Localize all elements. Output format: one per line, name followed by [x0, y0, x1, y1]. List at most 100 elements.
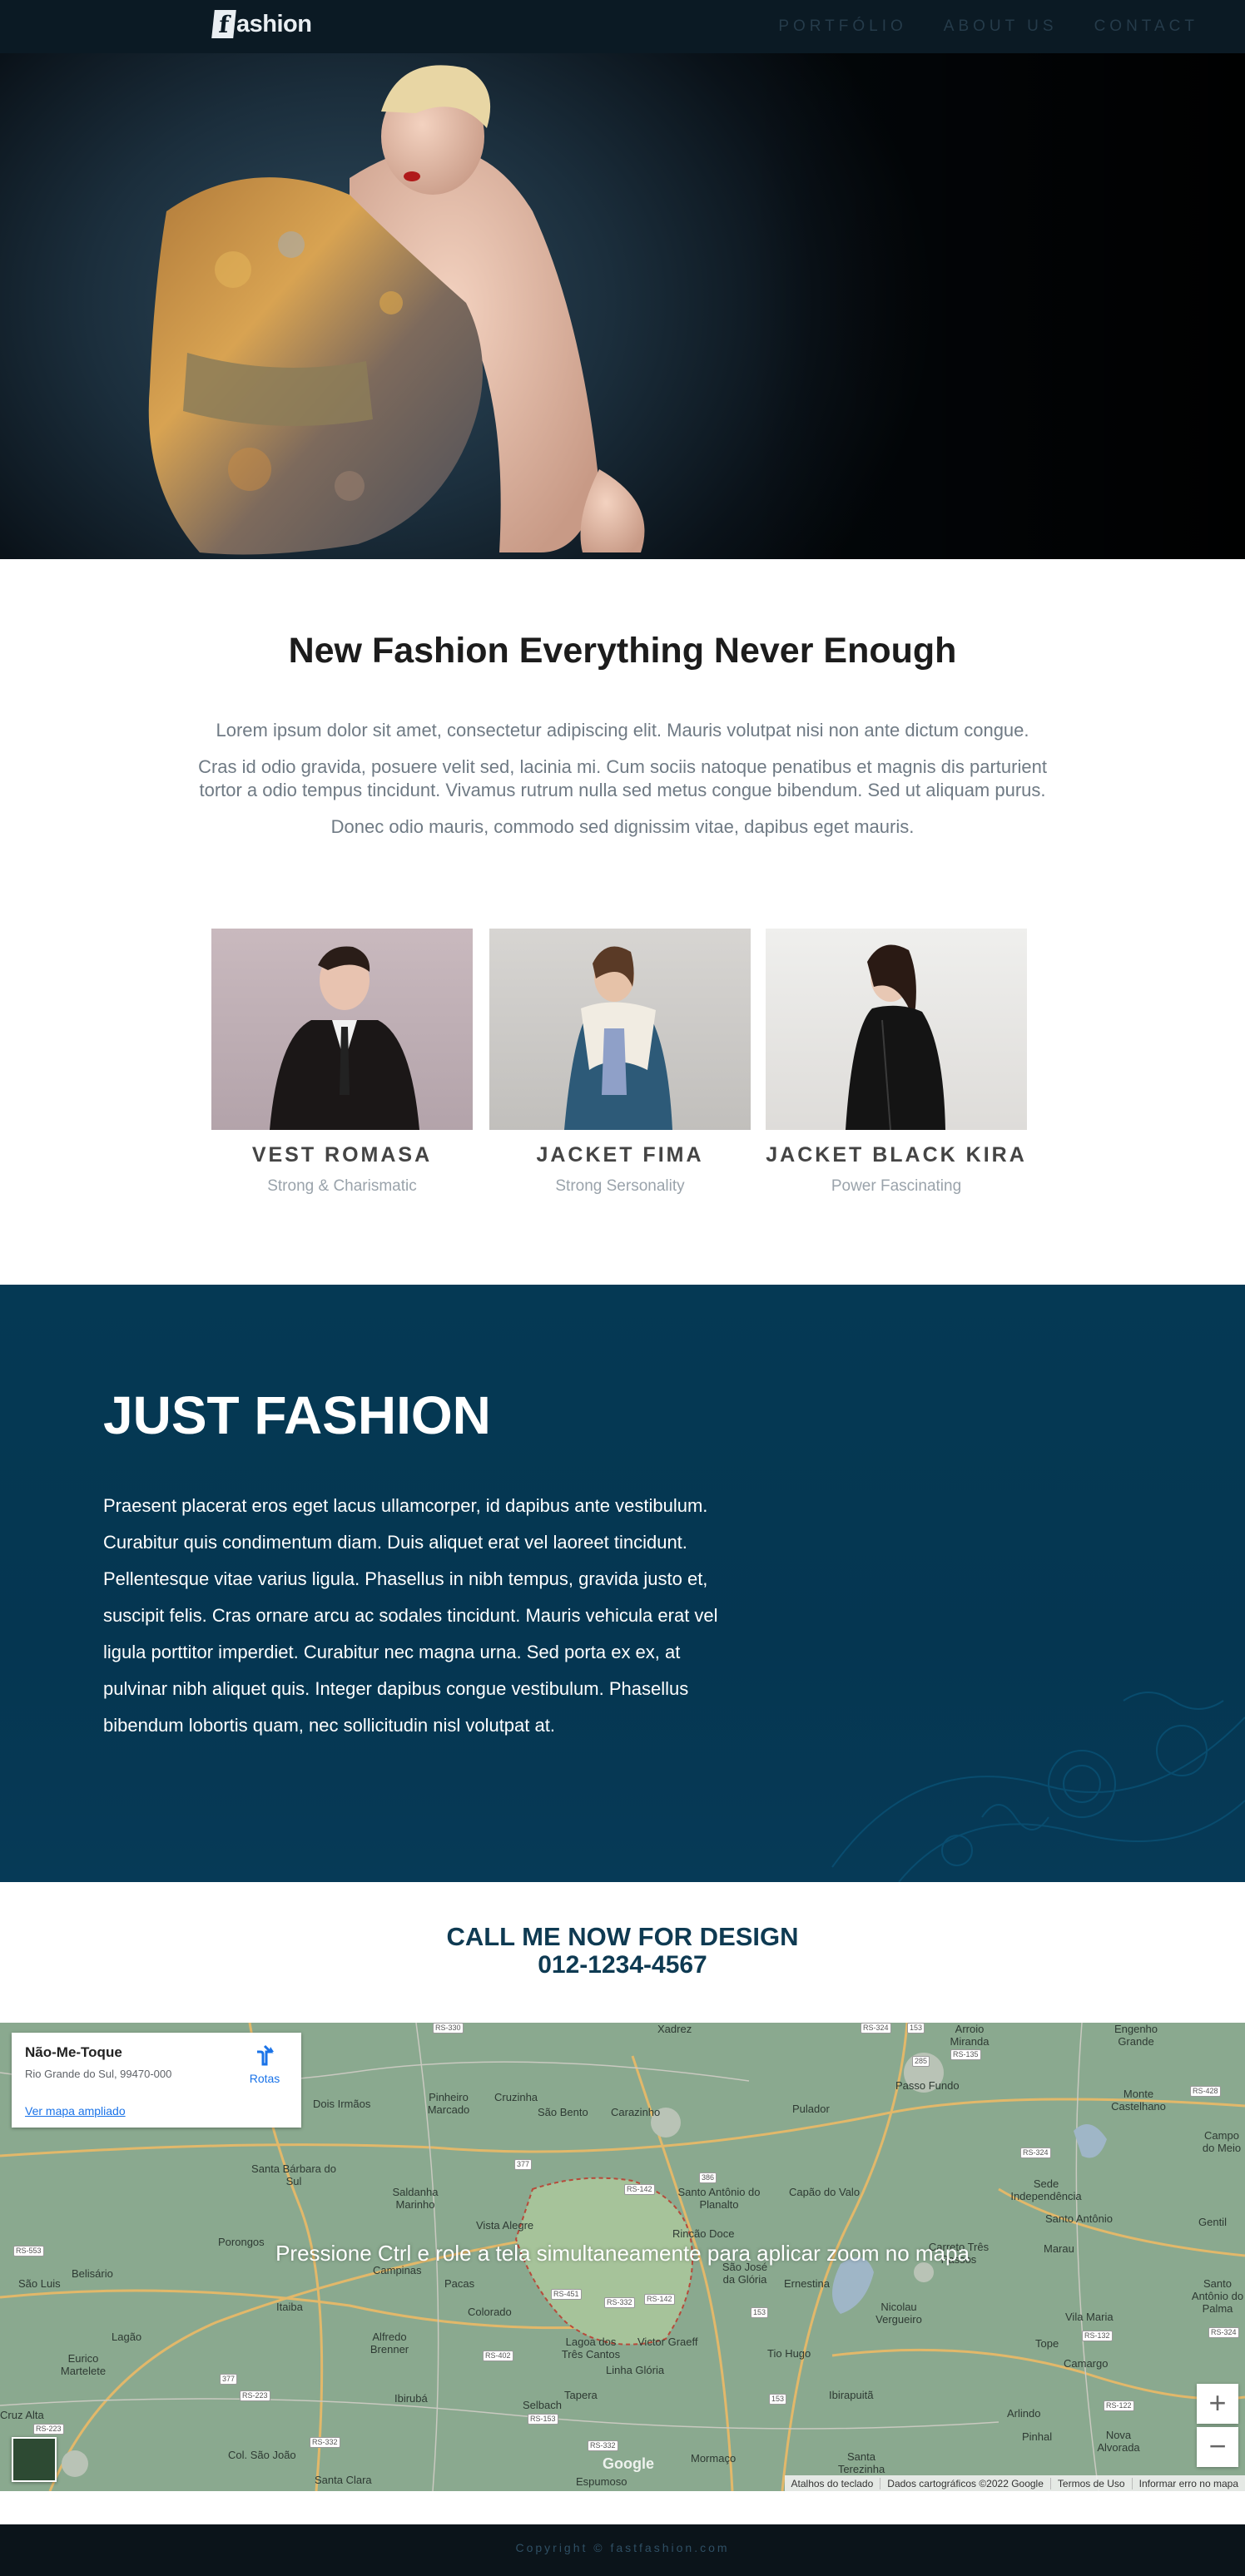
report-map-error-link[interactable]: Informar erro no mapa	[1131, 2477, 1245, 2489]
product-photo[interactable]	[489, 929, 751, 1130]
map-place-label: Cruz Alta	[0, 2409, 44, 2421]
map-place-label: Arlindo	[1007, 2407, 1041, 2420]
intro-paragraph-3: Donec odio mauris, commodo sed dignissim…	[330, 816, 915, 837]
map-place-label: Gentil	[1198, 2216, 1227, 2228]
road-shield: RS-402	[483, 2351, 513, 2361]
road-shield: RS-324	[861, 2023, 891, 2034]
road-shield: 386	[699, 2172, 717, 2183]
keyboard-shortcuts-link[interactable]: Atalhos do teclado	[785, 2478, 880, 2489]
top-navbar: f ashion PORTFÓLIO ABOUT US CONTACT	[0, 0, 1245, 53]
intro-paragraph-2: Cras id odio gravida, posuere velit sed,…	[198, 756, 1047, 800]
map-place-label: Belisário	[72, 2267, 113, 2280]
road-shield: RS-332	[588, 2440, 618, 2451]
map-place-label: Tio Hugo	[767, 2347, 811, 2360]
road-shield: 285	[912, 2056, 930, 2067]
map-place-label: Arroio Miranda	[950, 2023, 990, 2048]
product-name[interactable]: JACKET BLACK KIRA	[766, 1143, 1027, 1167]
map-place-address: Rio Grande do Sul, 99470-000	[25, 2068, 172, 2080]
map-place-label: Santa Bárbara do Sul	[251, 2162, 336, 2187]
phone-number[interactable]: 012-1234-4567	[0, 1951, 1245, 1979]
map-place-label: Eurico Martelete	[60, 2352, 107, 2377]
map-place-label: Pacas	[444, 2277, 475, 2290]
call-to-action-heading: CALL ME NOW FOR DESIGN	[446, 1922, 799, 1951]
map-place-label: Ibirubá	[394, 2392, 428, 2405]
zoom-in-button[interactable]: +	[1197, 2384, 1238, 2424]
map-place-label: Saldanha Marinho	[392, 2186, 439, 2211]
map-place-label: Dois Irmãos	[313, 2098, 371, 2110]
logo-mark: f	[211, 10, 236, 38]
feature-title: JUST FASHION	[103, 1385, 491, 1445]
map-place-label: Vista Alegre	[476, 2219, 534, 2232]
embedded-map[interactable]: Xadrez Arroio Miranda Engenho Grande Doi…	[0, 2023, 1245, 2491]
view-larger-map-link[interactable]: Ver mapa ampliado	[25, 2104, 126, 2118]
map-place-label: Cruzinha	[494, 2091, 538, 2103]
map-place-label: Colorado	[468, 2306, 512, 2318]
site-footer: Copyright © fastfashion.com	[0, 2524, 1245, 2576]
site-logo[interactable]: f ashion	[211, 10, 312, 38]
road-shield: RS-142	[624, 2184, 655, 2195]
product-card-jacket-black-kira[interactable]: JACKET BLACK KIRA Power Fascinating	[766, 929, 1027, 1196]
product-name[interactable]: VEST ROMASA	[211, 1143, 473, 1167]
product-photo[interactable]	[766, 929, 1027, 1130]
map-place-label: Santo Antônio do Palma	[1191, 2277, 1244, 2315]
road-shield: RS-332	[604, 2297, 635, 2308]
product-subtitle: Power Fascinating	[831, 1177, 962, 1195]
intro-title: New Fashion Everything Never Enough	[288, 631, 957, 671]
road-shield: 153	[907, 2023, 925, 2034]
road-shield: RS-122	[1104, 2400, 1134, 2411]
nav-link-about-us[interactable]: ABOUT US	[944, 17, 1058, 36]
map-place-label: Santo Antônio	[1045, 2212, 1113, 2225]
map-place-label: Passo Fundo	[895, 2079, 960, 2092]
google-logo: Google	[603, 2455, 654, 2472]
road-shield: 153	[769, 2394, 787, 2405]
main-nav: PORTFÓLIO ABOUT US CONTACT	[778, 0, 1198, 53]
map-place-label: Mormaço	[691, 2452, 737, 2465]
map-place-label: Lagoa dos Três Cantos	[561, 2336, 621, 2361]
map-place-label: Victor Graeff	[637, 2336, 698, 2348]
map-place-label: Engenho Grande	[1114, 2023, 1158, 2048]
road-shield: RS-135	[950, 2049, 981, 2060]
map-place-label: Santa Clara	[315, 2474, 372, 2486]
feature-section: JUST FASHION Praesent placerat eros eget…	[0, 1285, 1245, 1882]
road-shield: RS-153	[528, 2414, 558, 2425]
map-place-label: Tope	[1035, 2337, 1059, 2350]
directions-icon	[257, 2044, 274, 2066]
hero-banner	[0, 53, 1245, 559]
map-place-label: Vila Maria	[1065, 2311, 1114, 2323]
product-card-jacket-fima[interactable]: JACKET FIMA Strong Sersonality	[489, 929, 751, 1196]
map-place-label: Monte Castelhano	[1111, 2088, 1166, 2113]
product-name[interactable]: JACKET FIMA	[489, 1143, 751, 1167]
product-photo[interactable]	[211, 929, 473, 1130]
road-shield: RS-451	[551, 2289, 582, 2300]
map-attribution-bar: Atalhos do teclado Dados cartográficos ©…	[784, 2475, 1245, 2491]
map-place-label: Rincão Doce	[672, 2227, 735, 2240]
nav-link-portfolio[interactable]: PORTFÓLIO	[778, 17, 906, 36]
road-shield: RS-428	[1190, 2086, 1221, 2097]
nav-link-contact[interactable]: CONTACT	[1094, 17, 1198, 36]
road-shield: 153	[751, 2307, 769, 2318]
road-shield: RS-223	[33, 2424, 64, 2435]
map-place-label: Carazinho	[611, 2106, 661, 2118]
map-place-label: Espumoso	[576, 2475, 627, 2488]
map-zoom-hint: Pressione Ctrl e role a tela simultaneam…	[275, 2241, 970, 2266]
product-card-vest-romasa[interactable]: VEST ROMASA Strong & Charismatic	[211, 929, 473, 1196]
map-place-label: Capão do Valo	[789, 2186, 861, 2198]
map-place-label: Pulador	[792, 2103, 830, 2115]
map-layers-toggle[interactable]	[12, 2437, 57, 2482]
product-subtitle: Strong & Charismatic	[267, 1177, 417, 1195]
map-place-label: Itaiba	[276, 2301, 303, 2313]
map-place-label: Tapera	[564, 2389, 598, 2401]
terms-of-use-link[interactable]: Termos de Uso	[1049, 2477, 1132, 2489]
directions-button[interactable]: Rotas	[246, 2044, 283, 2085]
zoom-out-button[interactable]: −	[1197, 2427, 1238, 2467]
road-shield: RS-324	[1208, 2327, 1239, 2338]
map-place-label: Santa Terezinha	[837, 2450, 885, 2475]
map-place-label: Pinhal	[1022, 2430, 1053, 2443]
directions-label: Rotas	[249, 2072, 280, 2085]
map-place-label: Lagão	[112, 2331, 142, 2343]
map-place-label: Nicolau Vergueiro	[875, 2301, 922, 2326]
map-place-label: Xadrez	[657, 2023, 692, 2035]
map-place-label: Alfredo Brenner	[370, 2331, 409, 2356]
logo-text: ashion	[236, 10, 312, 37]
hero-model-image	[148, 53, 1245, 559]
